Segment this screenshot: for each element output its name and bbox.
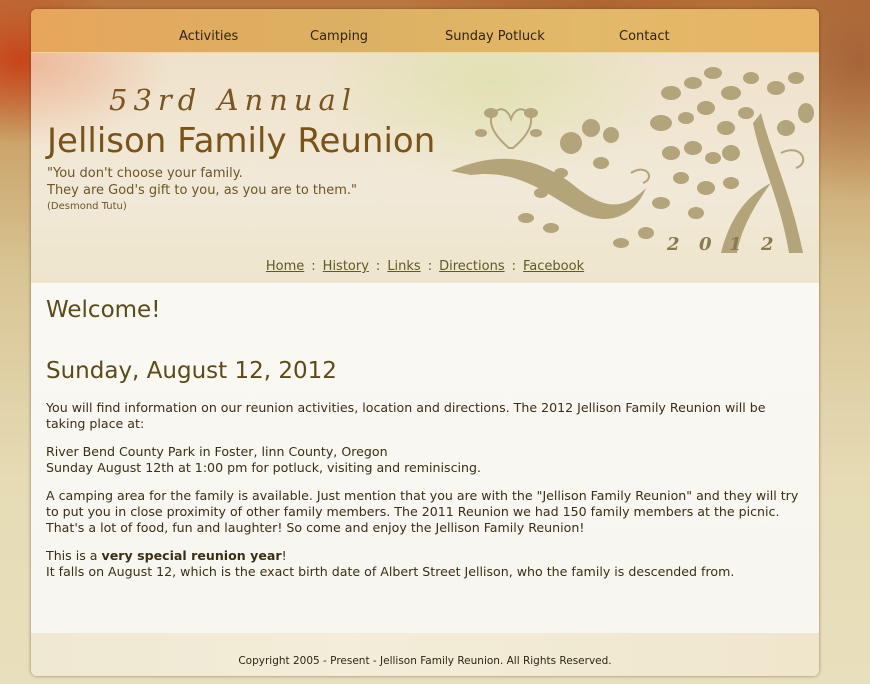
quote: "You don't choose your family. They are … bbox=[47, 165, 357, 199]
location-line-2: Sunday August 12th at 1:00 pm for potluc… bbox=[46, 460, 482, 475]
special-bold: very special reunion year bbox=[101, 548, 282, 563]
quote-line-2: They are God's gift to you, as you are t… bbox=[47, 183, 358, 198]
date-heading: Sunday, August 12, 2012 bbox=[46, 358, 337, 384]
quote-author: (Desmond Tutu) bbox=[47, 201, 127, 212]
sub-nav-links[interactable]: Links bbox=[387, 259, 420, 274]
intro-paragraph: You will find information on our reunion… bbox=[46, 400, 766, 431]
special-line-2: It falls on August 12, which is the exac… bbox=[46, 564, 735, 579]
separator: : bbox=[511, 259, 517, 274]
year-digit: 1 bbox=[729, 234, 742, 253]
special-suffix: ! bbox=[281, 548, 287, 563]
sub-nav-facebook[interactable]: Facebook bbox=[523, 259, 584, 274]
banner: 53rd Annual Jellison Family Reunion "You… bbox=[31, 53, 819, 283]
location-line-1: River Bend County Park in Foster, linn C… bbox=[46, 444, 388, 459]
top-nav-sunday-potluck[interactable]: Sunday Potluck bbox=[445, 29, 545, 44]
special-prefix: This is a bbox=[46, 548, 102, 563]
separator: : bbox=[375, 259, 381, 274]
page-container: Activities Camping Sunday Potluck Contac… bbox=[31, 9, 819, 676]
welcome-heading: Welcome! bbox=[46, 297, 161, 323]
top-nav-camping[interactable]: Camping bbox=[310, 29, 368, 44]
location-paragraph: River Bend County Park in Foster, linn C… bbox=[46, 444, 806, 476]
special-year-paragraph: This is a very special reunion year! It … bbox=[46, 548, 806, 580]
sub-nav-history[interactable]: History bbox=[323, 259, 369, 274]
sub-nav-directions[interactable]: Directions bbox=[439, 259, 505, 274]
year-digit: 0 bbox=[699, 234, 712, 253]
year-digit: 2 bbox=[760, 234, 774, 253]
main-content: Welcome! Sunday, August 12, 2012 You wil… bbox=[31, 283, 819, 633]
separator: : bbox=[427, 259, 433, 274]
sub-nav: Home: History: Links: Directions: Facebook bbox=[31, 259, 819, 274]
camping-paragraph: A camping area for the family is availab… bbox=[46, 488, 799, 535]
annual-subtitle: 53rd Annual bbox=[109, 83, 358, 117]
year-digit: 2 bbox=[666, 234, 680, 253]
sub-nav-home[interactable]: Home bbox=[266, 259, 304, 274]
copyright-text: Copyright 2005 - Present - Jellison Fami… bbox=[238, 655, 612, 667]
quote-line-1: "You don't choose your family. bbox=[47, 166, 243, 181]
tree-with-heart-icon: 2 0 1 2 bbox=[451, 67, 814, 253]
site-title: Jellison Family Reunion bbox=[47, 121, 436, 161]
top-nav-activities[interactable]: Activities bbox=[179, 29, 238, 44]
content-body: You will find information on our reunion… bbox=[46, 400, 806, 592]
top-nav: Activities Camping Sunday Potluck Contac… bbox=[31, 9, 819, 53]
separator: : bbox=[311, 259, 316, 274]
footer: Copyright 2005 - Present - Jellison Fami… bbox=[31, 633, 819, 676]
top-nav-contact[interactable]: Contact bbox=[619, 29, 670, 44]
